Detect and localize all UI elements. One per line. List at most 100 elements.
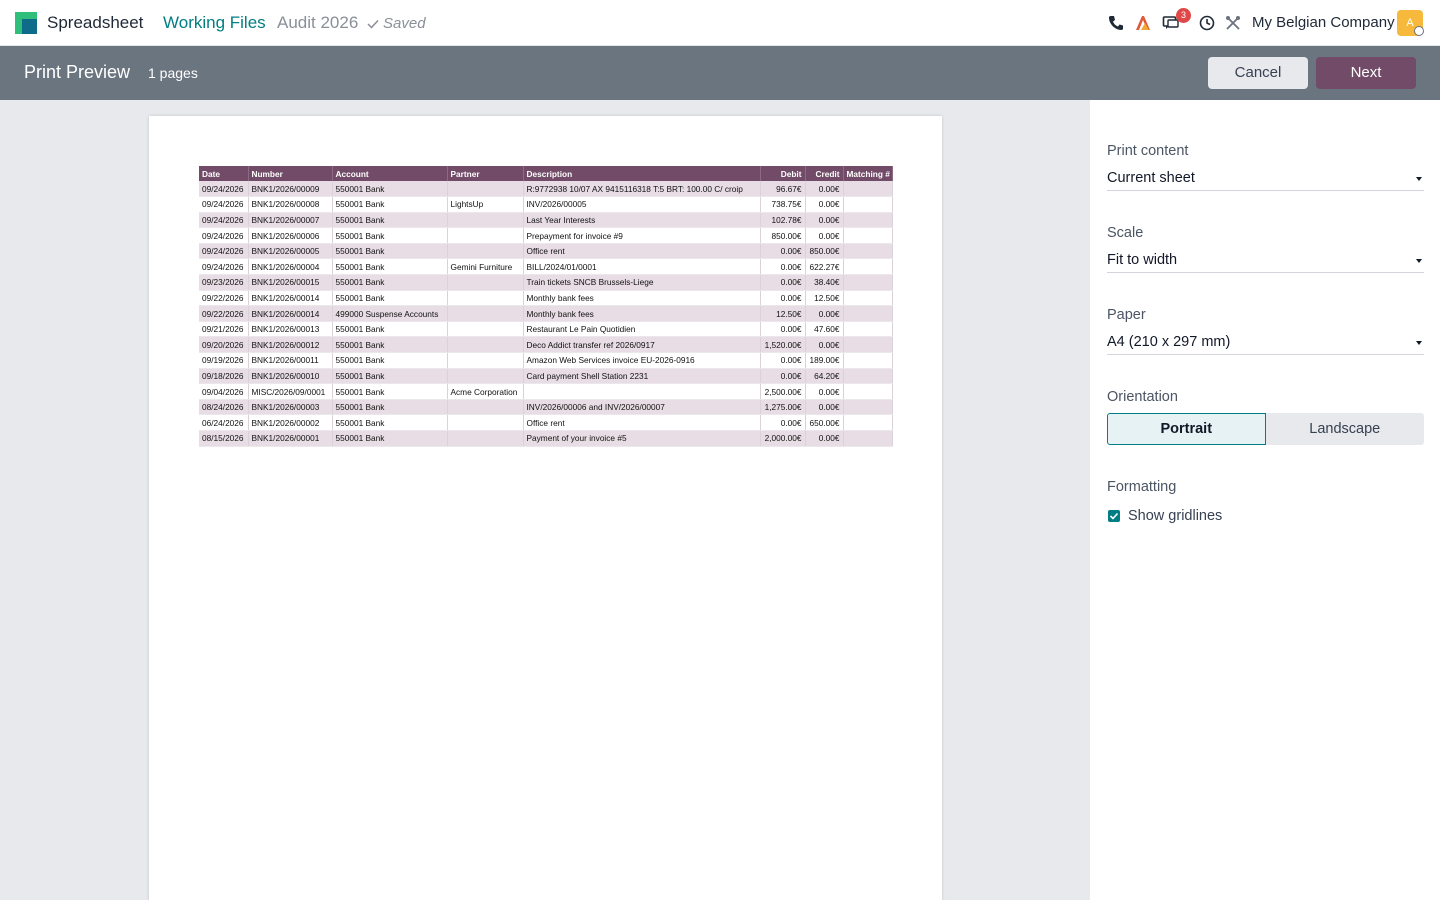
print-preview-area[interactable]: Date Number Account Partner Description Debit… <box>0 100 1090 900</box>
table-cell: 550001 Bank <box>332 321 448 338</box>
table-cell <box>447 243 524 260</box>
table-cell: 550001 Bank <box>332 196 448 213</box>
table-cell <box>843 290 893 307</box>
table-cell: BNK1/2026/00013 <box>248 321 333 338</box>
show-gridlines-option[interactable]: Show gridlines <box>1108 508 1222 524</box>
caret-down-icon <box>1416 341 1422 345</box>
table-cell: Last Year Interests <box>523 212 761 229</box>
table-cell: 550001 Bank <box>332 212 448 229</box>
table-cell <box>843 305 893 322</box>
table-row: 09/23/2026 BNK1/2026/00015 550001 Bank Trai… <box>199 274 893 291</box>
scale-select[interactable]: Fit to width <box>1107 249 1424 273</box>
table-cell <box>843 430 893 447</box>
table-cell <box>843 274 893 291</box>
table-cell: 0.00€ <box>760 258 806 276</box>
breadcrumb-working-files[interactable]: Working Files <box>163 13 266 33</box>
table-cell: BNK1/2026/00011 <box>248 352 333 369</box>
preview-page: Date Number Account Partner Description Debit… <box>149 116 942 900</box>
orientation-toggle: Portrait Landscape <box>1107 413 1424 445</box>
table-cell: 06/24/2026 <box>199 414 249 431</box>
orientation-portrait-button[interactable]: Portrait <box>1107 413 1266 445</box>
breadcrumb-document-name[interactable]: Audit 2026 <box>277 13 358 33</box>
table-cell <box>447 414 524 431</box>
table-cell <box>447 352 524 369</box>
table-cell: 1,520.00€ <box>760 336 806 354</box>
table-cell: 47.60€ <box>805 321 844 338</box>
table-cell <box>843 243 893 260</box>
column-header: Credit <box>805 166 844 181</box>
table-cell <box>843 227 893 244</box>
table-cell: 64.20€ <box>805 368 844 385</box>
table-cell <box>447 274 524 291</box>
table-cell <box>843 258 893 276</box>
cancel-button[interactable]: Cancel <box>1208 57 1308 89</box>
app-name[interactable]: Spreadsheet <box>47 13 143 33</box>
column-header: Account <box>332 166 448 181</box>
table-cell: 550001 Bank <box>332 352 448 369</box>
table-cell: BNK1/2026/00014 <box>248 305 333 322</box>
table-cell: 850.00€ <box>760 227 806 244</box>
table-cell: BNK1/2026/00009 <box>248 181 333 198</box>
paper-select[interactable]: A4 (210 x 297 mm) <box>1107 331 1424 355</box>
table-cell <box>843 181 893 198</box>
table-row: 09/22/2026 BNK1/2026/00014 499000 Suspense… <box>199 305 893 322</box>
table-cell: Monthly bank fees <box>523 305 761 322</box>
next-button[interactable]: Next <box>1316 57 1416 89</box>
table-cell: BNK1/2026/00005 <box>248 243 333 260</box>
table-cell: 550001 Bank <box>332 258 448 276</box>
table-cell: Monthly bank fees <box>523 290 761 307</box>
table-cell: Payment of your invoice #5 <box>523 430 761 447</box>
paper-value: A4 (210 x 297 mm) <box>1107 334 1231 350</box>
table-cell <box>447 212 524 229</box>
table-cell <box>843 352 893 369</box>
table-cell: 550001 Bank <box>332 290 448 307</box>
activity-logo-icon[interactable] <box>1134 14 1152 32</box>
table-cell: 09/22/2026 <box>199 305 249 322</box>
table-cell: Gemini Furniture <box>447 258 524 276</box>
table-cell: 550001 Bank <box>332 227 448 244</box>
phone-icon[interactable] <box>1107 14 1125 32</box>
table-cell: 2,000.00€ <box>760 430 806 447</box>
check-icon <box>367 19 379 29</box>
print-content-value: Current sheet <box>1107 170 1195 186</box>
table-cell: INV/2026/00005 <box>523 196 761 213</box>
spreadsheet-app-icon[interactable] <box>15 12 37 34</box>
table-cell: BNK1/2026/00008 <box>248 196 333 213</box>
table-cell: BNK1/2026/00010 <box>248 368 333 385</box>
sheet-table: Date Number Account Partner Description Debit… <box>199 166 893 447</box>
table-cell: INV/2026/00006 and INV/2026/00007 <box>523 399 761 416</box>
table-cell: 08/24/2026 <box>199 399 249 416</box>
gridlines-label: Show gridlines <box>1128 508 1223 524</box>
table-cell: BNK1/2026/00002 <box>248 414 333 431</box>
print-content-select[interactable]: Current sheet <box>1107 167 1424 191</box>
sheet-body: 09/24/2026 BNK1/2026/00009 550001 Bank R:97… <box>199 181 893 447</box>
table-cell: 09/20/2026 <box>199 336 249 354</box>
table-cell: 102.78€ <box>760 212 806 229</box>
clock-icon[interactable] <box>1198 14 1216 32</box>
table-row: 09/24/2026 BNK1/2026/00006 550001 Bank Prep… <box>199 227 893 244</box>
print-preview-controlbar: Print Preview 1 pages Cancel Next <box>0 46 1440 100</box>
table-cell: BNK1/2026/00014 <box>248 290 333 307</box>
table-cell: 12.50€ <box>760 305 806 322</box>
table-cell <box>843 321 893 338</box>
table-cell: 650.00€ <box>805 414 844 431</box>
table-cell <box>843 368 893 385</box>
tools-icon[interactable] <box>1224 14 1242 32</box>
gridlines-checkbox[interactable] <box>1108 510 1120 522</box>
table-cell: 550001 Bank <box>332 414 448 431</box>
table-row: 09/04/2026 MISC/2026/09/0001 550001 Bank Ac… <box>199 383 893 400</box>
table-cell <box>447 399 524 416</box>
table-cell: 0.00€ <box>760 352 806 369</box>
orientation-label: Orientation <box>1107 389 1178 405</box>
table-cell: 09/24/2026 <box>199 196 249 213</box>
table-cell: 09/24/2026 <box>199 227 249 244</box>
table-cell: R:9772938 10/07 AX 9415116318 T:5 BRT: 1… <box>523 181 761 198</box>
company-switcher[interactable]: My Belgian Company <box>1252 14 1395 31</box>
table-cell: 0.00€ <box>805 305 844 322</box>
table-cell: 0.00€ <box>760 321 806 338</box>
table-cell: Amazon Web Services invoice EU-2026-0916 <box>523 352 761 369</box>
table-cell <box>447 305 524 322</box>
orientation-landscape-button[interactable]: Landscape <box>1265 413 1424 445</box>
table-cell: 622.27€ <box>805 258 844 276</box>
table-cell: 09/24/2026 <box>199 243 249 260</box>
